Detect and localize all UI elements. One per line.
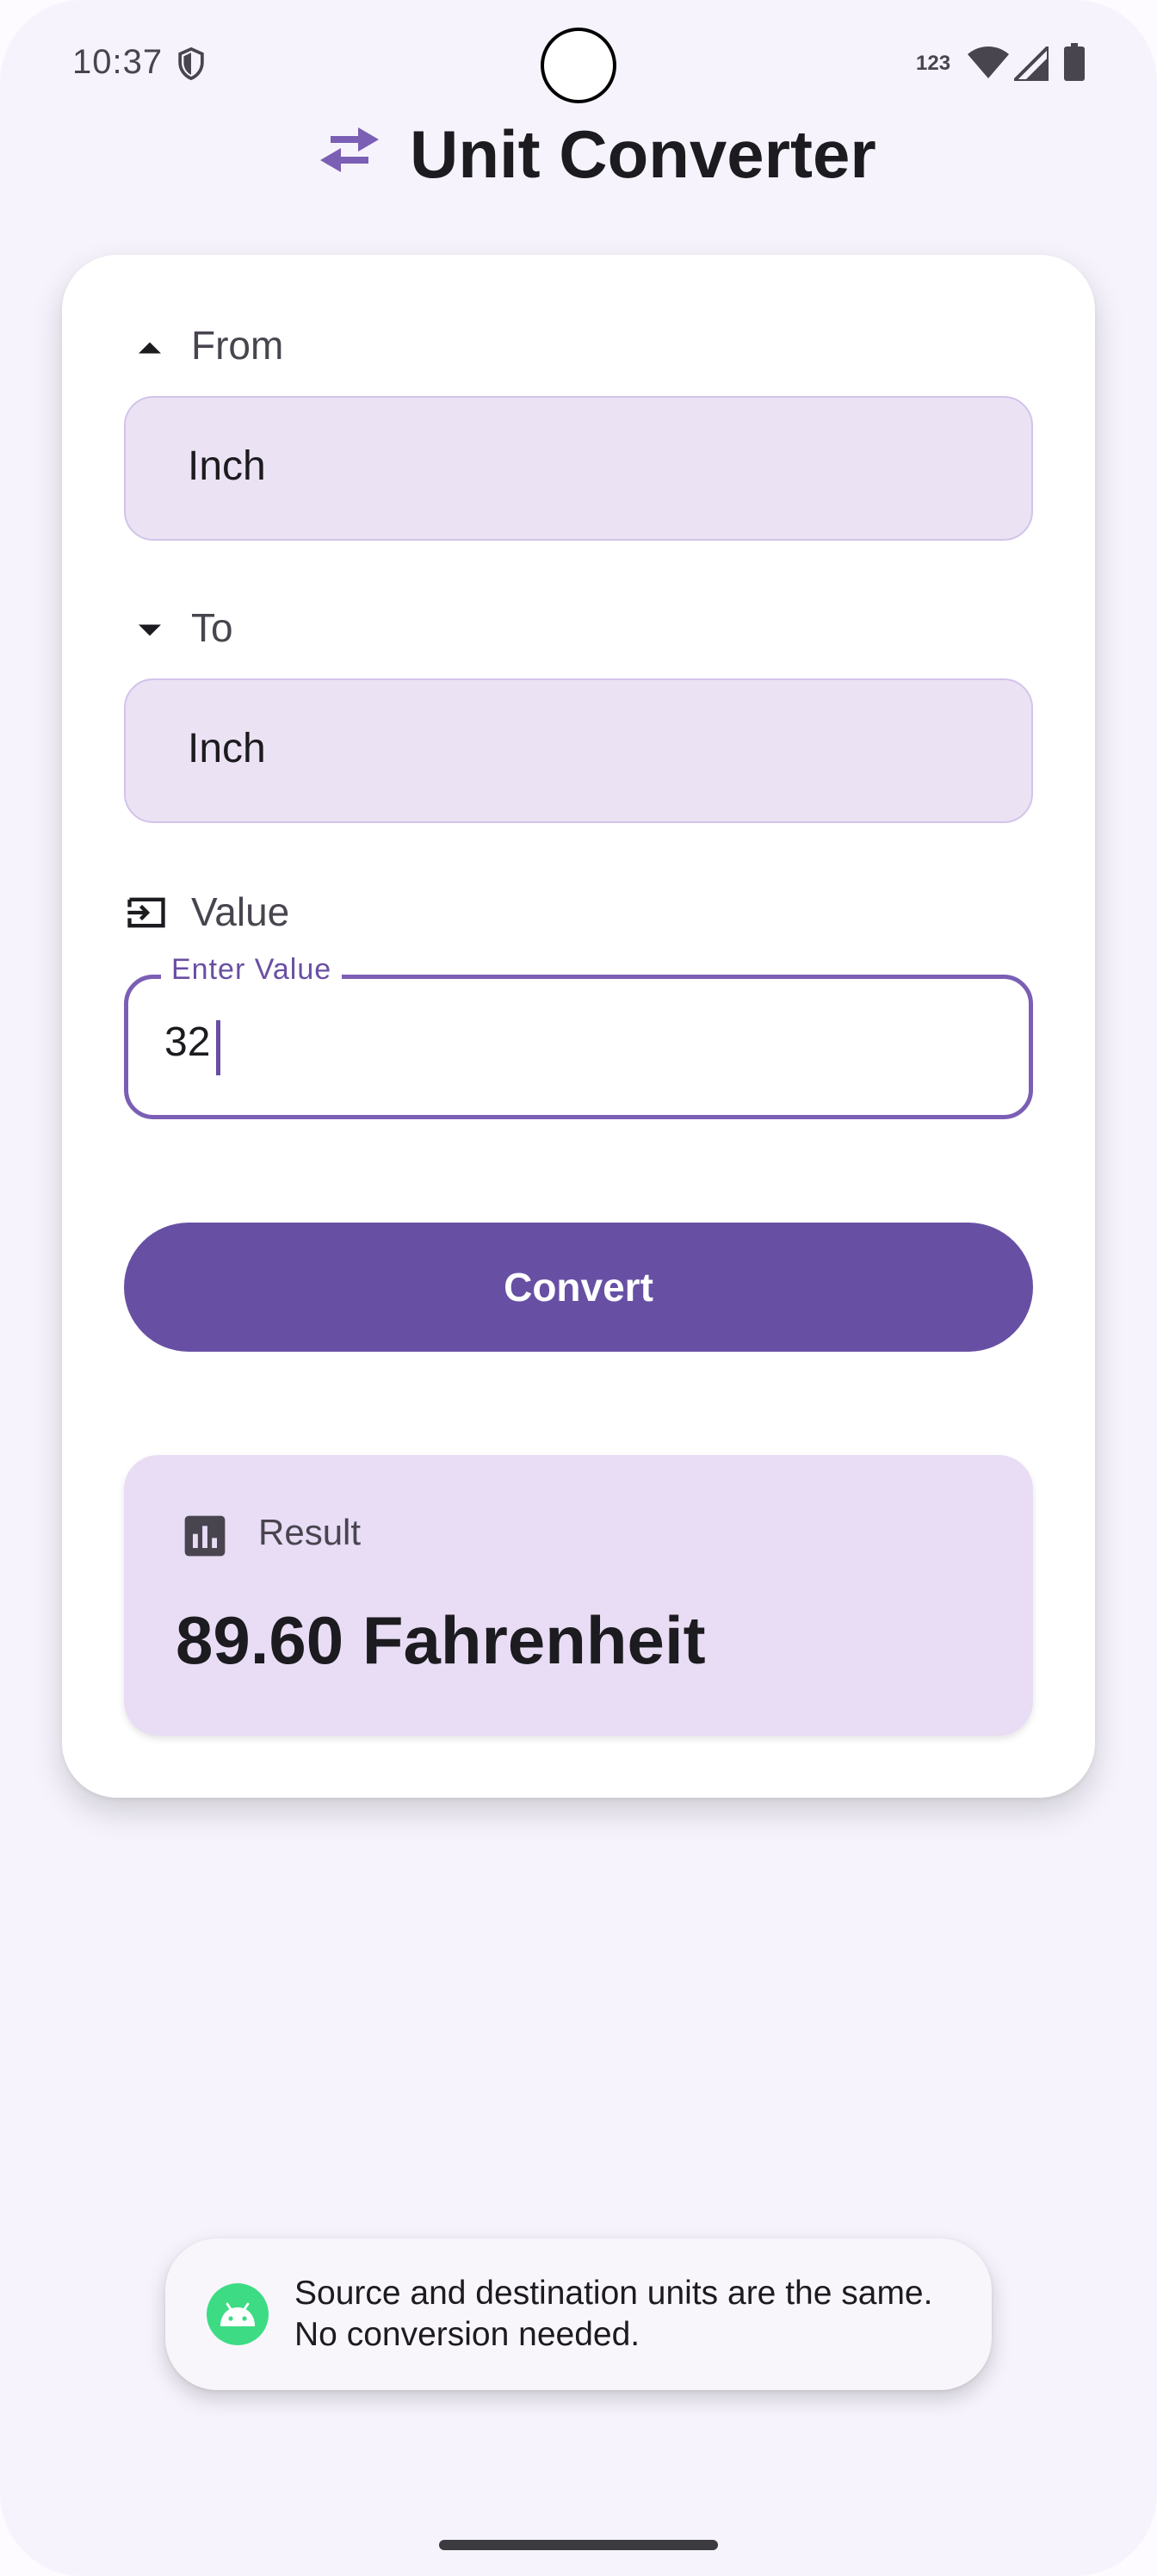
value-input-text[interactable]: 32 [164,1019,210,1066]
page-title: Unit Converter [410,116,876,192]
home-indicator[interactable] [439,2540,718,2550]
value-label: Value [191,889,290,934]
result-card: Result 89.60 Fahrenheit [124,1455,1033,1736]
wifi-icon [968,46,1009,78]
from-unit-select[interactable]: Inch [124,396,1033,541]
value-input-label: Enter Value [161,953,343,987]
to-label: To [191,605,233,650]
app-header: Unit Converter [0,112,1157,192]
result-value: 89.60 Fahrenheit [176,1602,706,1678]
to-unit-select[interactable]: Inch [124,678,1033,823]
arrow-drop-down-icon [139,624,161,636]
input-icon [127,897,165,928]
bar-chart-icon [184,1515,226,1557]
swap-horiz-icon [320,127,379,172]
app-screen: 10:37 123 Unit Converter From Inch To In… [0,0,1157,2576]
convert-button[interactable]: Convert [124,1223,1033,1352]
signal-icon [1014,46,1049,81]
android-icon [207,2283,269,2345]
text-cursor [216,1020,220,1075]
result-label: Result [258,1512,362,1552]
to-unit-value: Inch [188,726,266,771]
shield-icon [178,46,204,81]
from-label: From [191,323,284,368]
from-unit-value: Inch [188,443,266,489]
network-type-label: 123 [916,52,951,75]
status-bar: 10:37 123 [0,0,1157,129]
arrow-drop-up-icon [139,342,161,354]
converter-card: From Inch To Inch Value Enter Value 32 C… [62,255,1095,1798]
toast-text: Source and destination units are the sam… [294,2275,933,2353]
value-input[interactable]: Enter Value 32 [124,953,1033,1119]
status-time: 10:37 [72,43,164,81]
battery-icon [1064,43,1085,81]
camera-cutout [541,28,616,103]
toast-message: Source and destination units are the sam… [165,2239,992,2390]
